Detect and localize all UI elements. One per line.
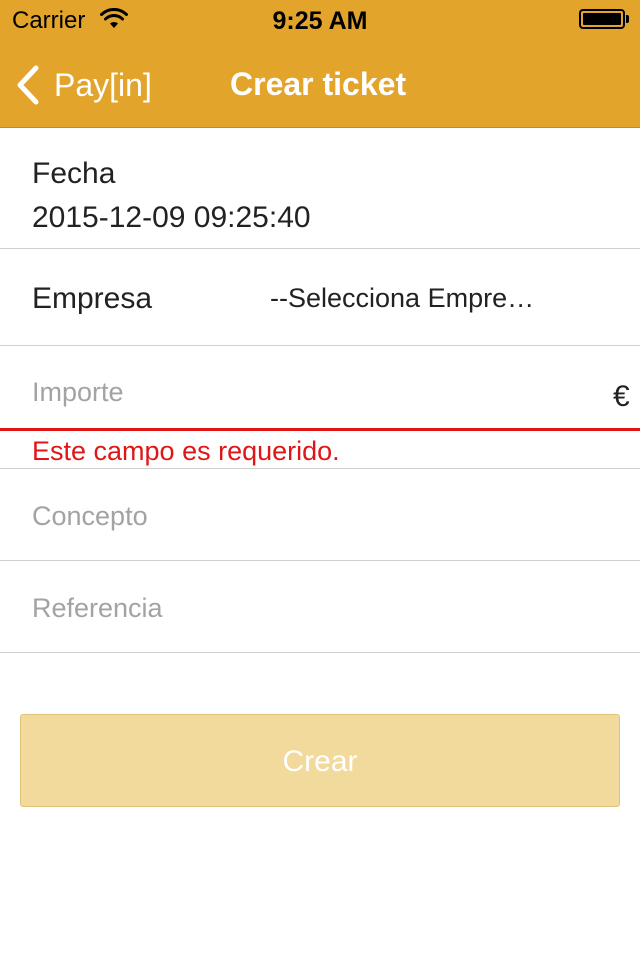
error-underline	[0, 428, 640, 431]
currency-label: €	[613, 380, 630, 413]
back-button[interactable]: Pay[in]	[14, 60, 152, 110]
fecha-label: Fecha	[32, 157, 116, 190]
empresa-select[interactable]: --Selecciona Empre…	[260, 270, 610, 326]
divider	[0, 652, 640, 653]
concepto-input[interactable]	[32, 496, 612, 536]
battery-icon	[579, 9, 625, 29]
battery-tip	[626, 15, 629, 23]
chevron-left-icon	[17, 65, 39, 105]
referencia-input[interactable]	[32, 588, 612, 628]
divider	[0, 560, 640, 561]
status-bar: Carrier 9:25 AM	[0, 0, 640, 40]
divider	[0, 345, 640, 346]
importe-error-message: Este campo es requerido.	[32, 436, 340, 466]
divider	[0, 468, 640, 469]
page-title: Crear ticket	[230, 66, 407, 102]
crear-button[interactable]: Crear	[20, 714, 620, 807]
divider	[0, 248, 640, 249]
empresa-label: Empresa	[32, 282, 153, 315]
importe-input[interactable]	[32, 372, 592, 412]
navigation-bar: Pay[in] Crear ticket	[0, 40, 640, 128]
fecha-value[interactable]: 2015-12-09 09:25:40	[32, 201, 311, 235]
status-time: 9:25 AM	[272, 7, 368, 35]
header-bar: Carrier 9:25 AM Pay[in] Crear ticket	[0, 0, 640, 128]
back-label: Pay[in]	[54, 66, 152, 103]
